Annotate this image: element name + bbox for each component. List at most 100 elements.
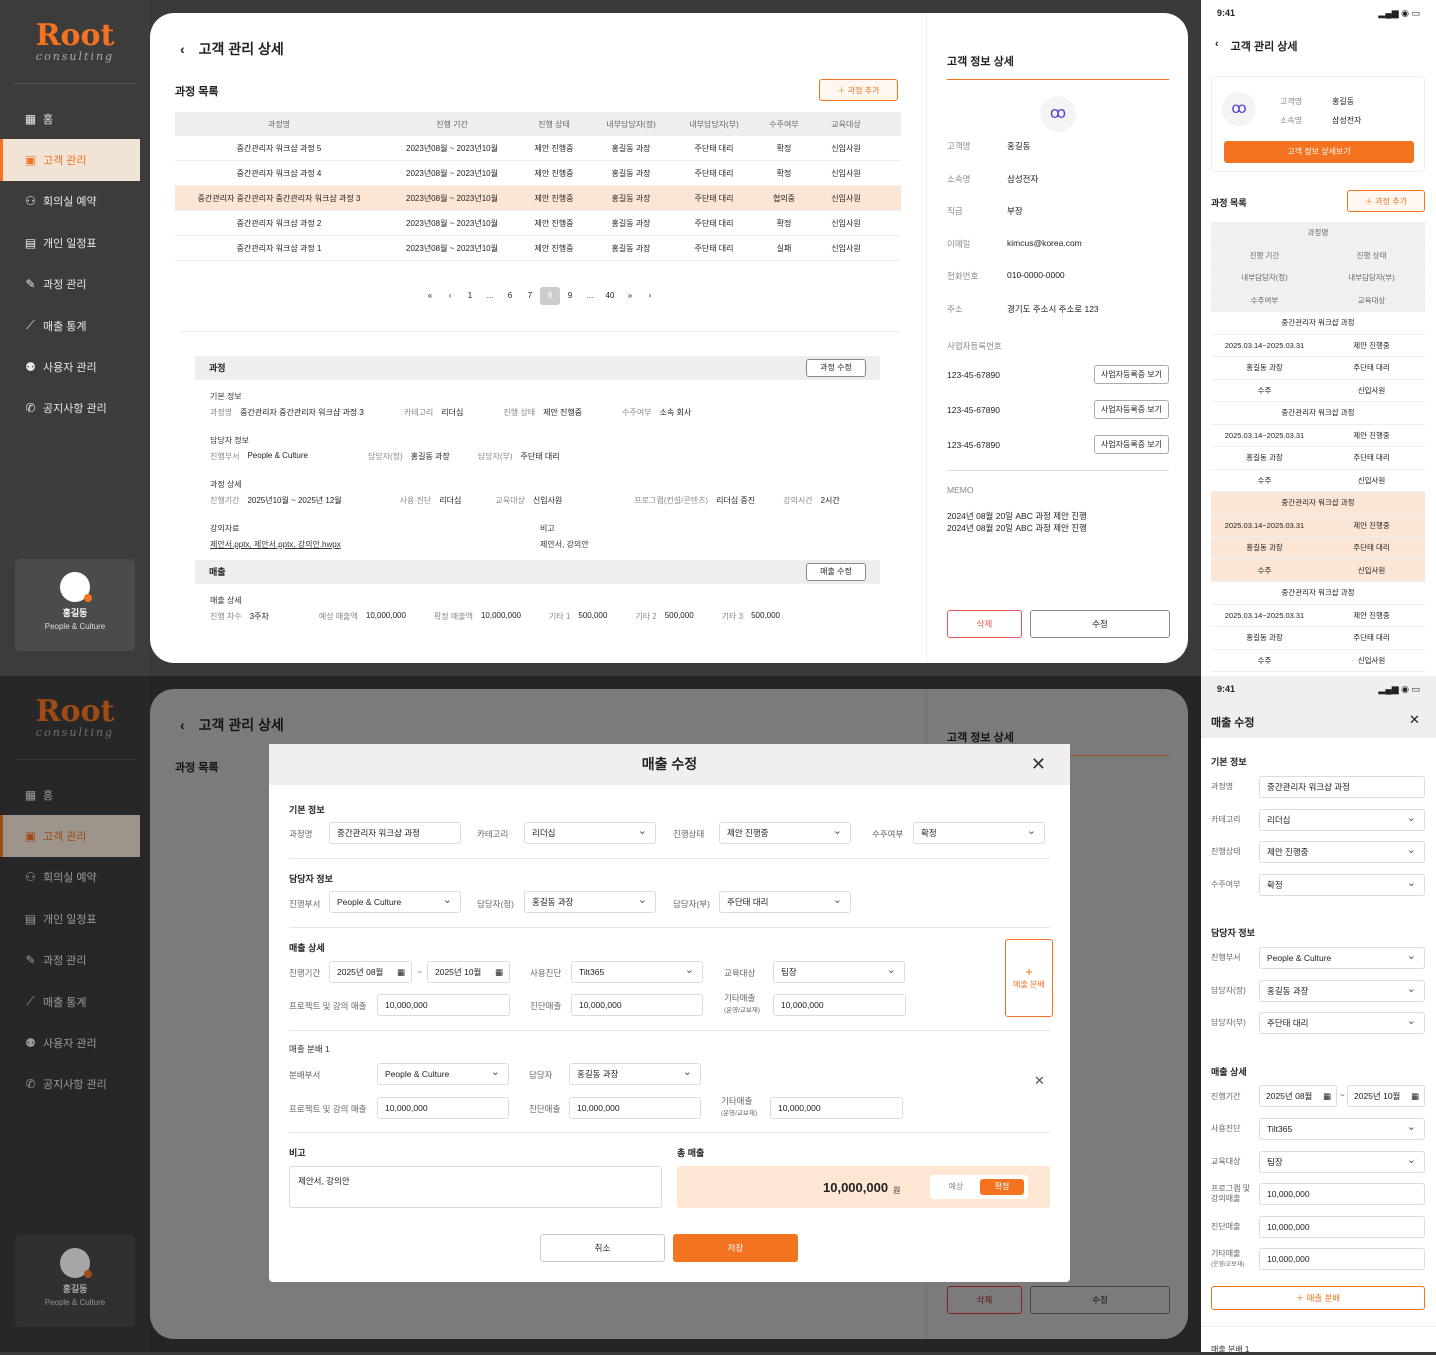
course-name-input[interactable]: 중간관리자 워크샵 과정 bbox=[329, 822, 461, 844]
table-row[interactable]: 중간관리자 워크샵 과정 1 2023년08월 ~ 2023년10월 제안 진행중 홍… bbox=[175, 236, 901, 261]
mobile-field-input[interactable]: 10,000,000 bbox=[1259, 1183, 1425, 1205]
page-item[interactable]: 40 bbox=[600, 287, 620, 305]
page-item[interactable]: 6 bbox=[500, 287, 520, 305]
table-row[interactable]: 중간관리자 워크샵 과정 4 2023년08월 ~ 2023년10월 제안 진행중 홍… bbox=[175, 161, 901, 186]
sidebar-item-5[interactable]: ⟋ 매출 통계 bbox=[0, 305, 150, 346]
mobile-field-input[interactable]: 홍길동 과장 bbox=[1259, 979, 1425, 1002]
manager-main-select[interactable]: 홍길동 과장 bbox=[524, 890, 656, 913]
sidebar-item-0[interactable]: ▦ 홈 bbox=[0, 98, 150, 139]
diagnosis-select[interactable]: Tilt365 bbox=[571, 960, 703, 983]
split-dept-select[interactable]: People & Culture bbox=[377, 1062, 509, 1085]
sales-type-toggle[interactable]: 예상 확정 bbox=[930, 1175, 1028, 1199]
list-item[interactable]: 홍길동 과장 주단태 대리 bbox=[1211, 357, 1425, 380]
etc-sales-input[interactable]: 10,000,000 bbox=[773, 994, 906, 1016]
user-card[interactable]: ☺ 홍길동 People & Culture bbox=[15, 559, 135, 651]
list-item[interactable]: 수주 신입사원 bbox=[1211, 470, 1425, 492]
list-item[interactable]: 홍길동 과장 주단태 대리 bbox=[1211, 447, 1425, 470]
target-select[interactable]: 팀장 bbox=[773, 960, 905, 983]
page-item[interactable]: 1 bbox=[460, 287, 480, 305]
back-icon[interactable]: ‹ bbox=[180, 41, 185, 57]
view-biz-cert-button[interactable]: 사업자등록증 보기 bbox=[1093, 365, 1169, 384]
pagination[interactable]: «‹ 1... 6 7 8 9... 40» › bbox=[420, 287, 660, 305]
edit-course-button[interactable]: 과정 수정 bbox=[806, 359, 866, 377]
list-item[interactable]: 2025.03.14~2025.03.31 제안 진행중 bbox=[1211, 335, 1425, 357]
period-to-input[interactable]: 2025년 10월 ▦ bbox=[1347, 1085, 1425, 1107]
order-select[interactable]: 확정 bbox=[913, 821, 1045, 844]
dept-select[interactable]: People & Culture bbox=[329, 890, 461, 913]
mobile-field-input[interactable]: Tilt365 bbox=[1259, 1117, 1425, 1140]
page-item[interactable]: 9 bbox=[560, 287, 580, 305]
mobile-field-input[interactable]: 주단태 대리 bbox=[1259, 1011, 1425, 1034]
sales-split-button[interactable]: ＋ 매출 분배 bbox=[1211, 1286, 1425, 1310]
sidebar-item-6[interactable]: ⚉ 사용자 관리 bbox=[0, 346, 150, 387]
page-item[interactable]: › bbox=[640, 287, 660, 305]
category-select[interactable]: 리더십 bbox=[524, 821, 656, 844]
page-item[interactable]: 8 bbox=[540, 287, 560, 305]
sales-split-button[interactable]: + 매출 분배 bbox=[1005, 939, 1053, 1017]
page-item[interactable]: » bbox=[620, 287, 640, 305]
table-row[interactable]: 중간관리자 중간관리자 중간관리자 워크샵 과정 3 2023년08월 ~ 202… bbox=[175, 186, 901, 211]
edit-customer-button[interactable]: 수정 bbox=[1030, 610, 1170, 638]
column-header[interactable]: 진행 상태 bbox=[521, 119, 587, 130]
mobile-field-input[interactable]: 리더십 bbox=[1259, 808, 1425, 831]
customer-detail-button[interactable]: 고객 정보 상세보기 bbox=[1224, 141, 1414, 163]
save-button[interactable]: 저장 bbox=[673, 1234, 798, 1262]
table-row[interactable]: 중간관리자 워크샵 과정 5 2023년08월 ~ 2023년10월 제안 진행중 홍… bbox=[175, 136, 901, 161]
split-etc-input[interactable]: 10,000,000 bbox=[770, 1097, 903, 1119]
mobile-field-input[interactable]: 제안 진행중 bbox=[1259, 840, 1425, 863]
list-item[interactable]: 2025.03.14~2025.03.31 제안 진행중 bbox=[1211, 605, 1425, 627]
sidebar-item-2[interactable]: ⚇ 회의실 예약 bbox=[0, 181, 150, 222]
period-from-input[interactable]: 2025년 08월 ▦ bbox=[1259, 1085, 1337, 1107]
table-row[interactable]: 중간관리자 워크샵 과정 2 2023년08월 ~ 2023년10월 제안 진행중 홍… bbox=[175, 211, 901, 236]
view-biz-cert-button[interactable]: 사업자등록증 보기 bbox=[1093, 400, 1169, 419]
sidebar-item-3[interactable]: ▤ 개인 일정표 bbox=[0, 222, 150, 263]
cancel-button[interactable]: 취소 bbox=[540, 1234, 665, 1262]
column-header[interactable]: 과정명 bbox=[175, 119, 383, 130]
delete-button[interactable]: 삭제 bbox=[947, 610, 1022, 638]
column-header[interactable]: 내부담당자(정) bbox=[587, 119, 675, 130]
close-icon[interactable]: ✕ bbox=[1409, 712, 1420, 728]
edit-sales-button[interactable]: 매출 수정 bbox=[806, 563, 866, 581]
close-icon[interactable]: ✕ bbox=[1031, 744, 1046, 785]
note-textarea[interactable]: 제안서, 강의안 bbox=[289, 1166, 662, 1208]
list-item[interactable]: 중간관리자 워크샵 과정 bbox=[1211, 402, 1425, 425]
list-item[interactable]: 홍길동 과장 주단태 대리 bbox=[1211, 537, 1425, 560]
remove-split-icon[interactable]: ✕ bbox=[1034, 1073, 1045, 1089]
sidebar-item-7[interactable]: ✆ 공지사항 관리 bbox=[0, 388, 150, 429]
page-item[interactable]: « bbox=[420, 287, 440, 305]
page-item[interactable]: ... bbox=[480, 287, 500, 305]
column-header[interactable]: 내부담당자(부) bbox=[675, 119, 753, 130]
list-item[interactable]: 홍길동 과장 주단태 대리 bbox=[1211, 627, 1425, 650]
add-course-button[interactable]: ＋ 과정 추가 bbox=[1347, 190, 1425, 212]
list-item[interactable]: 중간관리자 워크샵 과정 bbox=[1211, 312, 1425, 335]
sidebar-item-1[interactable]: ▣ 고객 관리 bbox=[0, 139, 140, 181]
status-select[interactable]: 제안 진행중 bbox=[719, 821, 851, 844]
mobile-field-input[interactable]: 확정 bbox=[1259, 873, 1425, 896]
back-icon[interactable]: ‹ bbox=[1215, 38, 1219, 54]
add-course-button[interactable]: ＋ 과정 추가 bbox=[819, 79, 898, 101]
sidebar-item-4[interactable]: ✎ 과정 관리 bbox=[0, 264, 150, 305]
column-header[interactable]: 교육대상 bbox=[815, 119, 877, 130]
list-item[interactable]: 수주 신입사원 bbox=[1211, 650, 1425, 672]
project-sales-input[interactable]: 10,000,000 bbox=[377, 994, 510, 1016]
mobile-field-input[interactable]: 팀장 bbox=[1259, 1150, 1425, 1173]
list-item[interactable]: 2025.03.14~2025.03.31 제안 진행중 bbox=[1211, 425, 1425, 447]
list-item[interactable]: 중간관리자 워크샵 과정 bbox=[1211, 582, 1425, 605]
list-item[interactable]: 수주 신입사원 bbox=[1211, 559, 1425, 582]
period-to-input[interactable]: 2025년 10월 ▦ bbox=[427, 961, 510, 983]
column-header[interactable]: 수주여부 bbox=[753, 119, 815, 130]
list-item[interactable]: 수주 신입사원 bbox=[1211, 380, 1425, 402]
mobile-field-input[interactable]: People & Culture bbox=[1259, 946, 1425, 969]
file-links[interactable]: 제안서.pptx, 제안서.pptx, 강의안.hwpx bbox=[210, 539, 341, 550]
mobile-field-input[interactable]: 10,000,000 bbox=[1259, 1215, 1425, 1238]
page-item[interactable]: ‹ bbox=[440, 287, 460, 305]
page-item[interactable]: 7 bbox=[520, 287, 540, 305]
view-biz-cert-button[interactable]: 사업자등록증 보기 bbox=[1093, 435, 1169, 454]
manager-sub-select[interactable]: 주단태 대리 bbox=[719, 890, 851, 913]
page-item[interactable]: ... bbox=[580, 287, 600, 305]
column-header[interactable]: 진행 기간 bbox=[383, 119, 521, 130]
split-project-input[interactable]: 10,000,000 bbox=[377, 1097, 509, 1119]
mobile-field-input[interactable]: 10,000,000 bbox=[1259, 1248, 1425, 1270]
period-from-input[interactable]: 2025년 08월 ▦ bbox=[329, 961, 412, 983]
diagnosis-sales-input[interactable]: 10,000,000 bbox=[571, 994, 703, 1016]
